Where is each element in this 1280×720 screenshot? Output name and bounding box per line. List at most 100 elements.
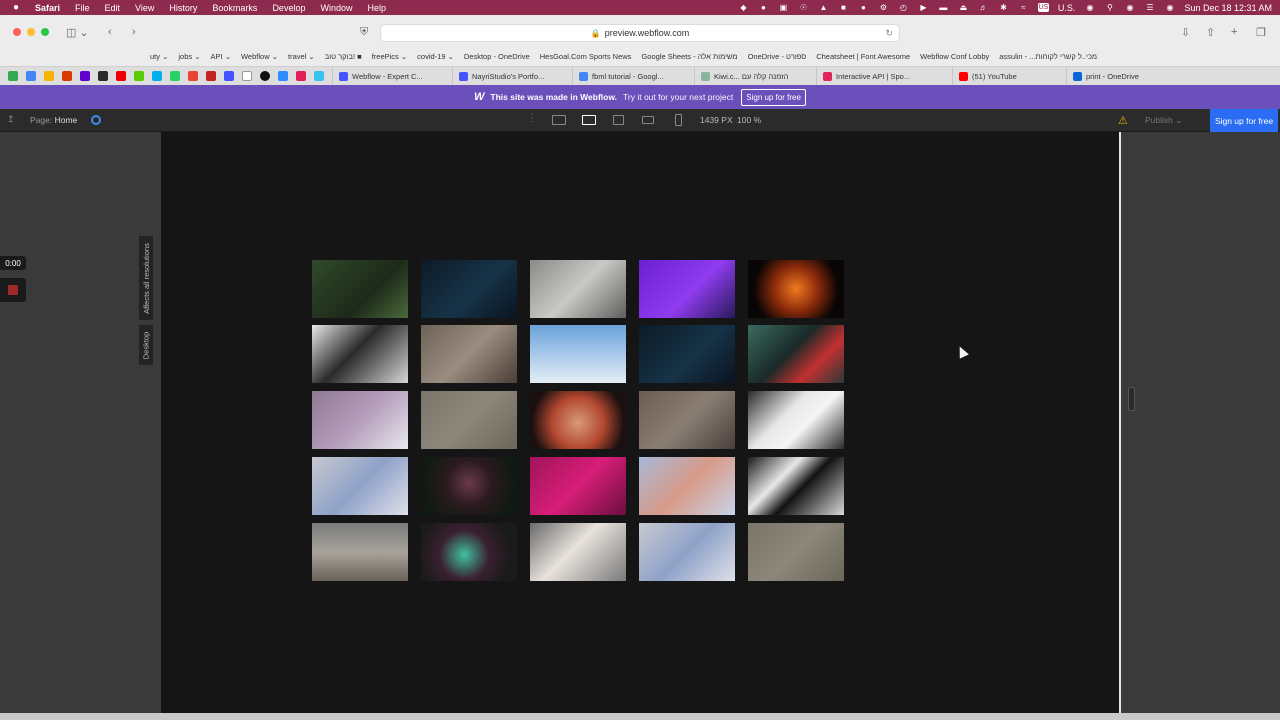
gallery-image[interactable] [530, 325, 626, 383]
new-tab-icon[interactable]: + [1231, 25, 1237, 39]
banner-signup-button[interactable]: Sign up for free [741, 88, 806, 106]
designer-signup-button[interactable]: Sign up for free [1210, 109, 1278, 132]
privacy-shield-icon[interactable]: ⛨ [360, 25, 368, 39]
window-minimize-button[interactable] [27, 28, 35, 36]
pinned-imdb-icon[interactable] [98, 71, 108, 81]
gallery-image[interactable] [421, 457, 517, 515]
favorite-item[interactable]: covid-19 ⌄ [417, 52, 454, 61]
gallery-image[interactable] [748, 325, 844, 383]
tab-interactive-api[interactable]: Interactive API | Spo... [816, 66, 952, 86]
reload-icon[interactable]: ↻ [885, 28, 893, 39]
menu-help[interactable]: Help [367, 3, 386, 13]
pinned-whatsapp-icon[interactable] [170, 71, 180, 81]
pinned-skype-icon[interactable] [152, 71, 162, 81]
pinned-maps-icon[interactable] [8, 71, 18, 81]
gallery-image[interactable] [639, 523, 735, 581]
menu-view[interactable]: View [135, 3, 154, 13]
dropbox-icon[interactable]: ◆ [738, 3, 749, 12]
pinned-gmail-2-icon[interactable] [206, 71, 216, 81]
downloads-icon[interactable]: ⇩ [1181, 25, 1190, 39]
gallery-image[interactable] [421, 523, 517, 581]
gallery-image[interactable] [421, 391, 517, 449]
menu-window[interactable]: Window [320, 3, 352, 13]
window-zoom-button[interactable] [41, 28, 49, 36]
stop-recording-button[interactable] [0, 278, 26, 302]
favorite-item[interactable]: OneDrive - ספורט [748, 52, 807, 61]
gallery-image[interactable] [530, 523, 626, 581]
gallery-image[interactable] [748, 260, 844, 318]
favorite-item[interactable]: Webflow ⌄ [241, 52, 278, 61]
share-icon[interactable]: ⇧ [1206, 25, 1215, 39]
volume-icon[interactable]: ♬ [978, 3, 989, 12]
car-icon[interactable]: ▬ [938, 3, 949, 12]
breakpoint-tablet-icon[interactable] [613, 115, 624, 125]
display-icon[interactable]: ▣ [778, 3, 789, 12]
tab-onedrive[interactable]: print - OneDrive [1066, 66, 1166, 86]
control-center-icon[interactable]: ☰ [1144, 3, 1155, 12]
favorite-item[interactable]: Webflow Conf Lobby [920, 52, 989, 61]
menu-file[interactable]: File [75, 3, 90, 13]
siri-icon[interactable]: ◉ [1124, 3, 1135, 12]
breakpoint-mobile-portrait-icon[interactable] [675, 114, 682, 126]
gallery-image[interactable] [748, 457, 844, 515]
tab-youtube[interactable]: (51) YouTube [952, 66, 1066, 86]
apple-menu-icon[interactable]: ● [13, 2, 23, 13]
publish-button[interactable]: Publish ⌄ [1145, 115, 1182, 126]
teams-icon[interactable]: ■ [838, 3, 849, 12]
pinned-office-icon[interactable] [62, 71, 72, 81]
canvas-resize-handle[interactable] [1128, 387, 1135, 411]
tab-fbml-tutorial[interactable]: fbml tutorial - Googl... [572, 66, 694, 86]
wifi-off-icon[interactable]: ≈ [1018, 3, 1029, 12]
gallery-image[interactable] [748, 523, 844, 581]
gallery-image[interactable] [530, 260, 626, 318]
desktop-tab[interactable]: Desktop [139, 325, 153, 365]
gallery-image[interactable] [639, 457, 735, 515]
pinned-translate-icon[interactable] [26, 71, 36, 81]
pinned-yahoo-icon[interactable] [80, 71, 90, 81]
gallery-image[interactable] [421, 325, 517, 383]
breakpoint-desktop-icon[interactable] [582, 115, 596, 125]
favorite-item[interactable]: freePics ⌄ [372, 52, 407, 61]
favorite-item[interactable]: API ⌄ [211, 52, 231, 61]
forward-icon[interactable]: › [132, 25, 136, 39]
gallery-image[interactable] [312, 523, 408, 581]
play-icon[interactable]: ▶ [918, 3, 929, 12]
page-selector[interactable]: Page: Home [30, 115, 77, 125]
favorite-item[interactable]: HesGoal.Com Sports News [540, 52, 632, 61]
back-icon[interactable]: ‹ [108, 25, 112, 39]
pinned-m-icon[interactable] [134, 71, 144, 81]
pinned-wikipedia-icon[interactable] [242, 71, 252, 81]
address-bar[interactable]: 🔒 preview.webflow.com ↻ [380, 24, 900, 42]
menu-history[interactable]: History [169, 3, 197, 13]
gallery-image[interactable] [639, 391, 735, 449]
tab-overview-icon[interactable]: ❐ [1256, 25, 1266, 39]
sidebar-toggle-icon[interactable]: ◫ ⌄ [66, 25, 89, 39]
user-icon[interactable]: ◉ [1084, 3, 1095, 12]
skype-icon[interactable]: ● [858, 3, 869, 12]
pinned-w-icon[interactable] [260, 71, 270, 81]
gallery-image[interactable] [530, 457, 626, 515]
tab-webflow-expert[interactable]: Webflow - Expert C... [332, 66, 452, 86]
window-close-button[interactable] [13, 28, 21, 36]
favorite-item[interactable]: Desktop - OneDrive [464, 52, 530, 61]
favorite-item[interactable]: Cheatsheet | Font Awesome [816, 52, 910, 61]
favorite-item[interactable]: בוקר טוב! ■ [325, 52, 362, 61]
gallery-image[interactable] [312, 325, 408, 383]
bluetooth-icon[interactable]: ✱ [998, 3, 1009, 12]
favorite-item[interactable]: Google Sheets - משימות אלה [641, 52, 737, 61]
menu-bookmarks[interactable]: Bookmarks [212, 3, 257, 13]
pinned-zoom-icon[interactable] [278, 71, 288, 81]
screen-record-icon[interactable]: ◉ [1164, 3, 1175, 12]
menu-develop[interactable]: Develop [272, 3, 305, 13]
spotlight-search-icon[interactable]: ⚲ [1104, 3, 1115, 12]
gallery-image[interactable] [748, 391, 844, 449]
pinned-slack-2-icon[interactable] [314, 71, 324, 81]
gallery-image[interactable] [639, 260, 735, 318]
input-flag-icon[interactable]: US [1037, 3, 1049, 12]
pinned-analytics-icon[interactable] [44, 71, 54, 81]
breakpoint-mobile-landscape-icon[interactable] [642, 116, 654, 124]
affects-all-resolutions-tab[interactable]: Affects all resolutions [139, 236, 153, 320]
menubar-clock[interactable]: Sun Dec 18 12:31 AM [1184, 3, 1272, 13]
cloud-sync-icon[interactable]: ☉ [798, 3, 809, 12]
tab-kiwi[interactable]: Kiwi.c... הזמנה קלה עם [694, 66, 816, 86]
